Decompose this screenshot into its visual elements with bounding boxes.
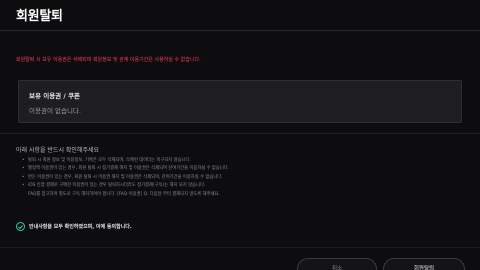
title-divider — [0, 30, 480, 31]
notice-item: • 월정액 이용권이 있는 경우, 회원 탈퇴 시 정기결제 해지 및 이용권은 … — [22, 166, 230, 172]
section-divider — [0, 133, 480, 134]
warning-message: 회원탈퇴 시 보유 이용권은 삭제되며 회원정보 및 관계 이용기간은 사용하실… — [16, 57, 201, 63]
cancel-button[interactable]: 취소 — [297, 258, 377, 270]
withdraw-button[interactable]: 회원탈퇴 — [383, 258, 465, 270]
check-circle-icon[interactable] — [16, 222, 25, 231]
notice-list: • 탈퇴 시 회원 정보 및 이용정보, 기록은 모두 삭제되며, 삭제된 데이터… — [22, 157, 462, 199]
notice-item: • 번든 이용권이 있는 경우, 회원 탈퇴 시 이용권 해지 및 이용권은 삭제… — [22, 174, 223, 180]
notice-item-continuation: FAQ를 참고하여 별도로 구독 해지하여야 합니다. [FAQ-이용권] Q.… — [28, 191, 220, 197]
agree-label: 안내사항을 모두 확인하였으며, 이에 동의합니다. — [29, 224, 132, 230]
notice-item: • iOS 인앱 결제로 구매한 이용권이 있는 경우 탈퇴하시더라도 정기결제(… — [22, 183, 206, 189]
holdings-empty-text: 이용권이 없습니다. — [29, 107, 81, 115]
holdings-box: 보유 이용권 / 쿠폰 이용권이 없습니다. — [18, 80, 462, 123]
notice-item: • 탈퇴 시 회원 정보 및 이용정보, 기록은 모두 삭제되며, 삭제된 데이터… — [22, 158, 191, 163]
holdings-title: 보유 이용권 / 쿠폰 — [29, 92, 81, 100]
notice-title: 아래 사항을 반드시 확인해주세요 — [16, 147, 100, 154]
bottom-divider — [0, 247, 480, 248]
agree-checkbox-row[interactable]: 안내사항을 모두 확인하였으며, 이에 동의합니다. — [16, 222, 132, 231]
page-title: 회원탈퇴 — [16, 9, 63, 24]
